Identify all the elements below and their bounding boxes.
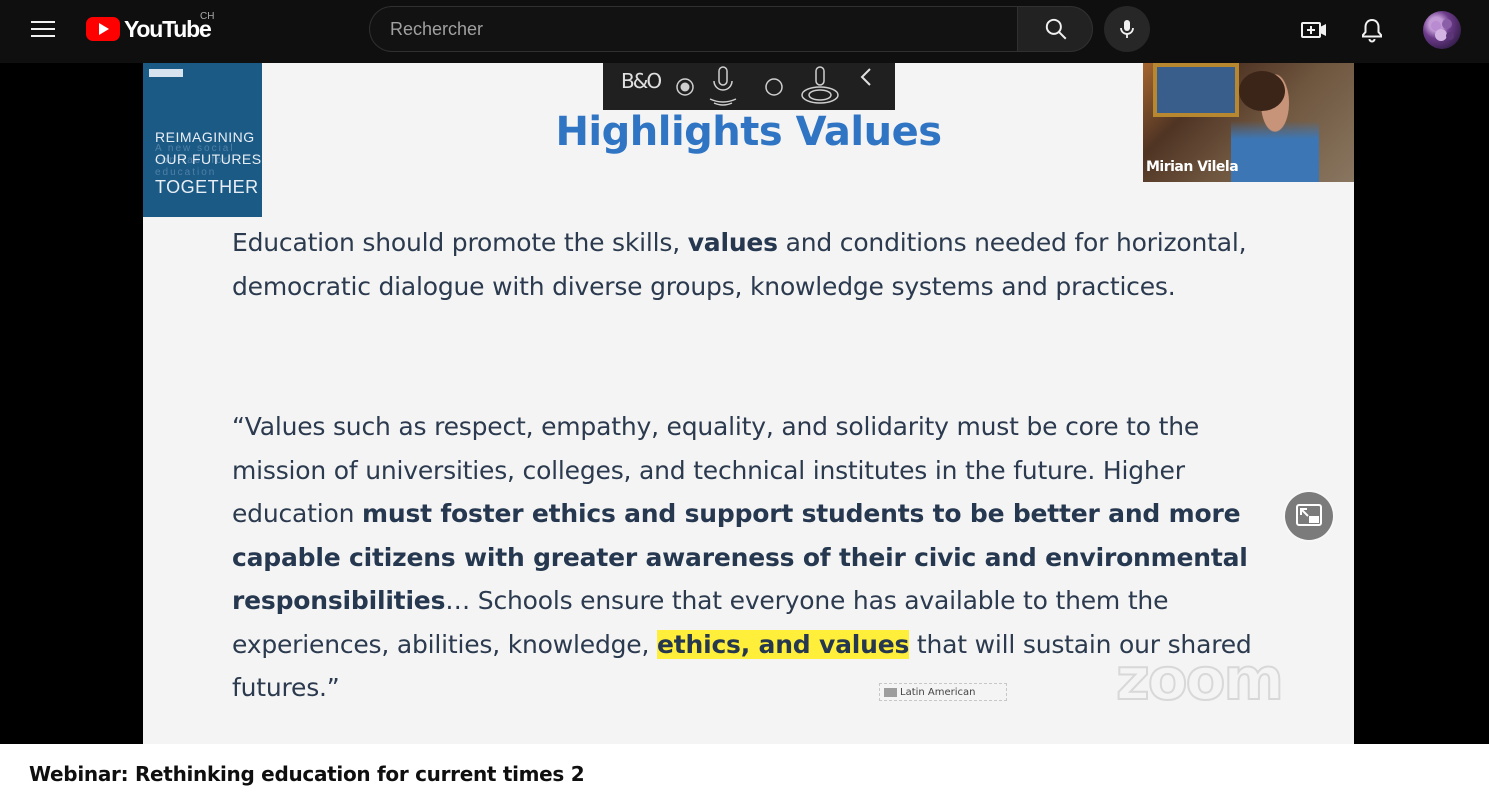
masthead: YouTube CH (0, 0, 1489, 63)
language-label: Latin American (900, 687, 976, 698)
bell-icon (1362, 18, 1382, 43)
search-button[interactable] (1017, 6, 1093, 52)
p2-highlight: ethics, and values (656, 629, 910, 659)
mic-icon (1120, 20, 1134, 38)
speaker-name: Mirian Vilela (1146, 159, 1239, 175)
mic-active-icon[interactable] (799, 65, 841, 107)
unesco-logo (149, 69, 183, 77)
language-interpretation-tag: Latin American (879, 683, 1007, 701)
chevron-left-icon[interactable] (858, 65, 874, 89)
bo-logo: B&O (621, 69, 662, 93)
picture-in-picture-icon (1296, 504, 1322, 526)
create-button[interactable] (1296, 12, 1332, 48)
video-player[interactable]: A new social contract for education REIM… (0, 63, 1489, 744)
search-icon (1045, 18, 1067, 40)
mic-icon[interactable] (706, 65, 740, 107)
account-avatar[interactable] (1423, 11, 1461, 49)
avatar-image-icon (1431, 19, 1454, 41)
p1-bold: values (687, 228, 778, 257)
create-video-icon (1301, 22, 1326, 38)
play-logo-icon (86, 17, 120, 41)
presentation-slide: A new social contract for education REIM… (143, 63, 1354, 744)
logo-text: YouTube (124, 16, 212, 42)
speaker-hair (1239, 71, 1285, 111)
keyboard-icon (884, 688, 897, 697)
painting (1153, 63, 1239, 117)
menu-icon[interactable] (31, 19, 55, 39)
p1-text-before: Education should promote the skills, (232, 228, 688, 257)
miniplayer-button[interactable] (1285, 492, 1333, 540)
book-line-3: TOGETHER (155, 177, 259, 197)
slide-paragraph-1: Education should promote the skills, val… (232, 221, 1292, 308)
voice-search-button[interactable] (1104, 6, 1150, 52)
zoom-floating-toolbar: B&O (603, 63, 895, 110)
speaker-webcam: Mirian Vilela (1143, 63, 1354, 182)
region-code: CH (200, 11, 215, 22)
record-icon[interactable] (675, 77, 695, 97)
circle-icon[interactable] (764, 77, 784, 97)
zoom-watermark: zoom (1115, 644, 1285, 714)
search-input[interactable] (369, 6, 1017, 52)
video-title: Webinar: Rethinking education for curren… (29, 762, 585, 786)
notifications-button[interactable] (1354, 12, 1390, 48)
